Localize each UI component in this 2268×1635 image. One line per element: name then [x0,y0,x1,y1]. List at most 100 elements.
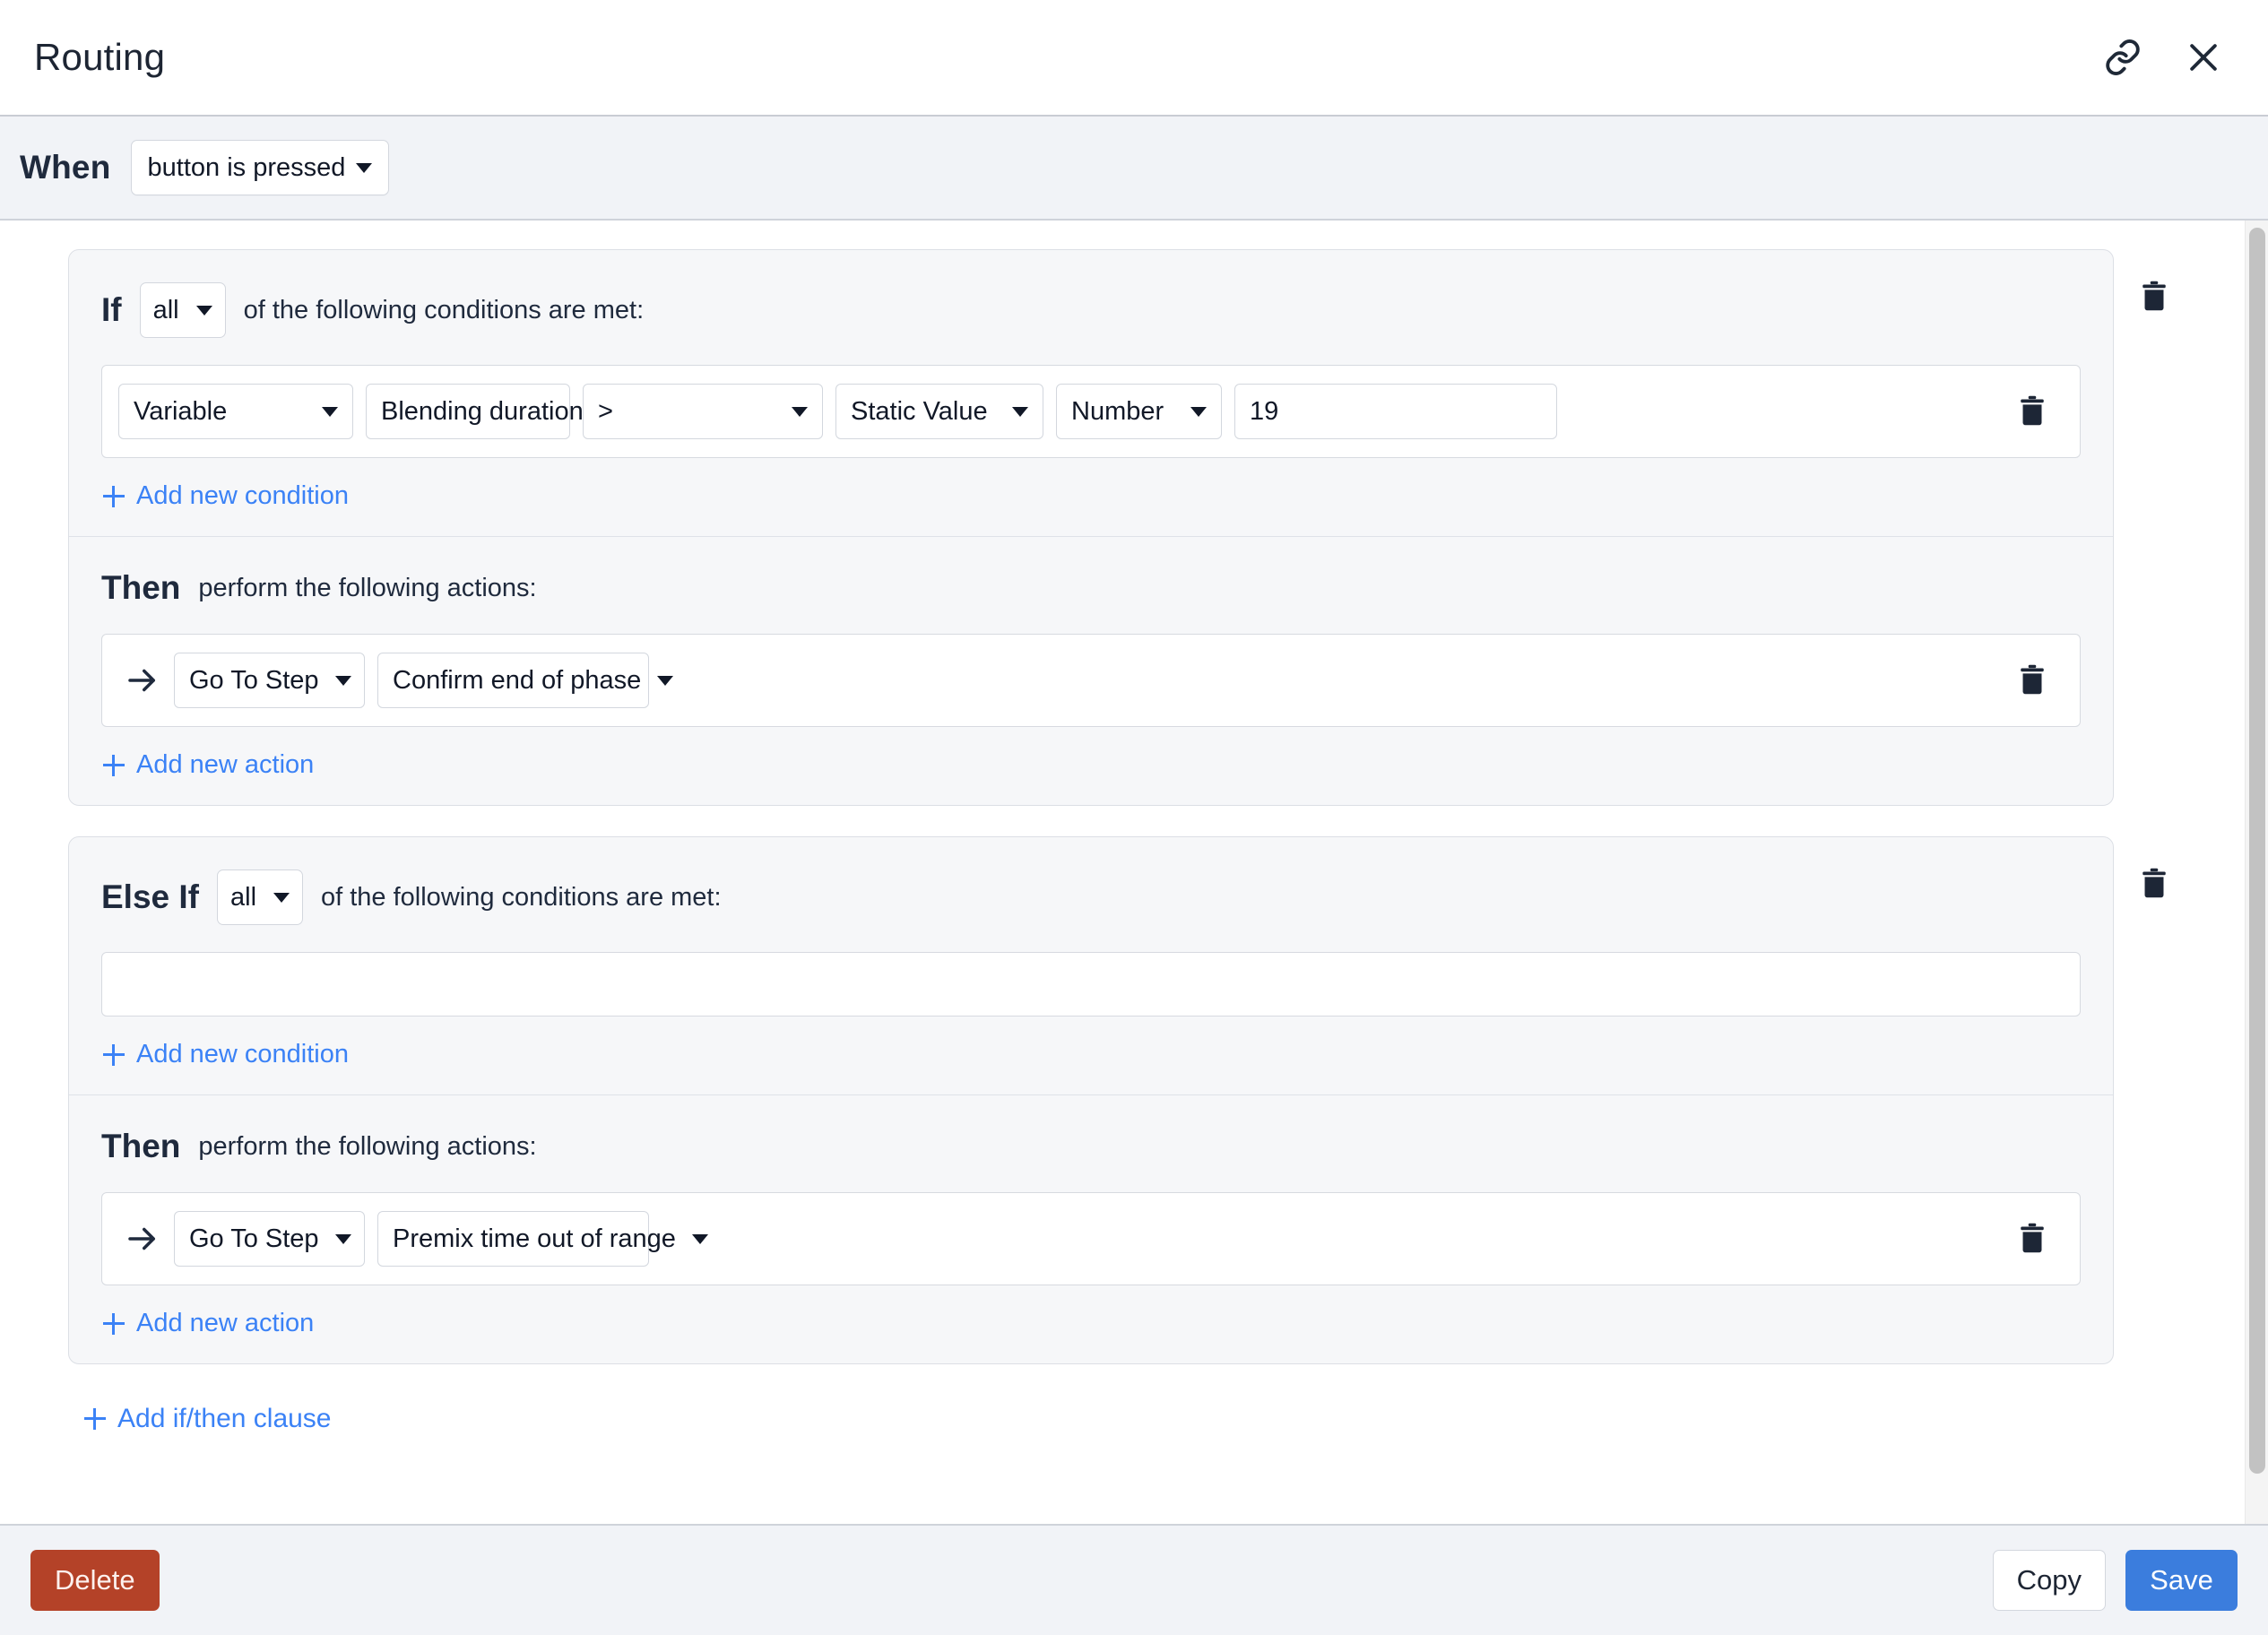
action-target-value: Confirm end of phase [393,665,642,695]
plus-icon [103,754,125,776]
then-subtext: perform the following actions: [198,573,537,602]
condition-source-value: Variable [134,396,228,426]
if-match-value: all [152,295,179,324]
then-header: Then perform the following actions: [101,1128,2081,1165]
plus-icon [103,1312,125,1335]
then-keyword: Then [101,1128,181,1164]
add-condition-label: Add new condition [136,1040,349,1068]
chevron-down-icon [322,406,338,417]
close-icon[interactable] [2184,38,2223,77]
copy-button[interactable]: Copy [1992,1550,2106,1611]
if-clause-subtext: of the following conditions are met: [243,295,645,324]
delete-action-button[interactable] [2001,663,2064,697]
routing-dialog: Routing When button is pressed If all of… [0,0,2268,1635]
action-fields: Go To Step Confirm end of phase [174,653,2001,708]
delete-button[interactable]: Delete [30,1550,160,1611]
trash-icon [2139,280,2169,314]
condition-datatype-select[interactable]: Number [1056,384,1222,439]
when-bar: When button is pressed [0,117,2268,221]
clause-list: If all of the following conditions are m… [0,221,2245,1524]
header-actions [2103,38,2234,77]
condition-source-select[interactable]: Variable [118,384,353,439]
if-clause-header: If all of the following conditions are m… [101,282,2081,338]
delete-elseif-clause-button[interactable] [2114,836,2194,901]
clause-block: If all of the following conditions are m… [68,249,2194,836]
elseif-clause-subtext: of the following conditions are met: [321,882,722,912]
then-keyword: Then [101,569,181,606]
add-if-then-clause-link[interactable]: Add if/then clause [84,1404,332,1434]
chevron-down-icon [195,305,212,316]
vertical-scrollbar[interactable] [2245,221,2268,1524]
save-button[interactable]: Save [2125,1550,2238,1611]
action-fields: Go To Step Premix time out of range [174,1211,2001,1267]
plus-icon [103,1043,125,1066]
add-clause-label: Add if/then clause [117,1404,332,1433]
add-condition-label: Add new condition [136,481,349,510]
action-type-value: Go To Step [189,1224,319,1253]
empty-condition-row[interactable] [101,952,2081,1016]
arrow-right-icon [124,1220,161,1258]
if-clause-card: If all of the following conditions are m… [68,249,2114,806]
page-title: Routing [34,36,166,78]
add-action-label: Add new action [136,1309,315,1337]
add-action-label: Add new action [136,750,315,779]
condition-valuetype-value: Static Value [851,396,988,426]
plus-icon [103,485,125,507]
trigger-select[interactable]: button is pressed [130,140,390,195]
chevron-down-icon [356,162,373,173]
elseif-keyword: Else If [101,878,199,915]
then-subtext: perform the following actions: [198,1131,537,1161]
chevron-down-icon [691,1233,708,1244]
elseif-clause-header: Else If all of the following conditions … [101,869,2081,925]
action-type-select[interactable]: Go To Step [174,653,365,708]
condition-valuetype-select[interactable]: Static Value [835,384,1043,439]
trash-icon [2017,394,2047,428]
condition-variable-select[interactable]: Blending duration [366,384,616,439]
elseif-clause-card: Else If all of the following conditions … [68,836,2114,1364]
trigger-value: button is pressed [147,152,346,182]
action-type-value: Go To Step [189,665,319,695]
then-action-section: Then perform the following actions: Go T… [69,537,2113,805]
trash-icon [2139,867,2169,901]
action-target-value: Premix time out of range [393,1224,676,1253]
if-keyword: If [101,291,122,328]
delete-action-button[interactable] [2001,1222,2064,1256]
scrollbar-thumb[interactable] [2249,228,2265,1474]
dialog-footer: Delete Copy Save [0,1524,2268,1635]
chevron-down-icon [334,675,351,686]
trash-icon [2017,1222,2047,1256]
chevron-down-icon [1190,406,1207,417]
delete-condition-button[interactable] [2001,394,2064,428]
action-target-select[interactable]: Premix time out of range [377,1211,708,1267]
condition-value-text: 19 [1250,396,1279,426]
condition-fields: Variable Blending duration > Static Valu… [118,384,2001,439]
elseif-match-select[interactable]: all [217,869,303,925]
add-action-link[interactable]: Add new action [103,1309,314,1338]
condition-value-input[interactable]: 19 [1234,384,1557,439]
plus-icon [84,1408,106,1430]
chevron-down-icon [334,1233,351,1244]
link-icon[interactable] [2103,38,2142,77]
elseif-match-value: all [230,882,257,912]
action-row: Go To Step Confirm end of phase [101,634,2081,727]
condition-datatype-value: Number [1071,396,1164,426]
delete-if-clause-button[interactable] [2114,249,2194,314]
add-condition-link[interactable]: Add new condition [103,1040,349,1069]
dialog-body: If all of the following conditions are m… [0,221,2268,1524]
condition-operator-value: > [598,396,613,426]
condition-operator-select[interactable]: > [583,384,823,439]
chevron-down-icon [1012,406,1028,417]
if-condition-section: If all of the following conditions are m… [69,250,2113,536]
chevron-down-icon [657,675,674,686]
if-match-select[interactable]: all [139,282,226,338]
action-row: Go To Step Premix time out of range [101,1192,2081,1285]
trash-icon [2017,663,2047,697]
add-condition-link[interactable]: Add new condition [103,481,349,511]
action-type-select[interactable]: Go To Step [174,1211,365,1267]
when-label: When [20,149,111,186]
condition-row: Variable Blending duration > Static Valu… [101,365,2081,458]
action-target-select[interactable]: Confirm end of phase [377,653,674,708]
elseif-condition-section: Else If all of the following conditions … [69,837,2113,1094]
arrow-right-icon [124,662,161,699]
add-action-link[interactable]: Add new action [103,750,314,780]
